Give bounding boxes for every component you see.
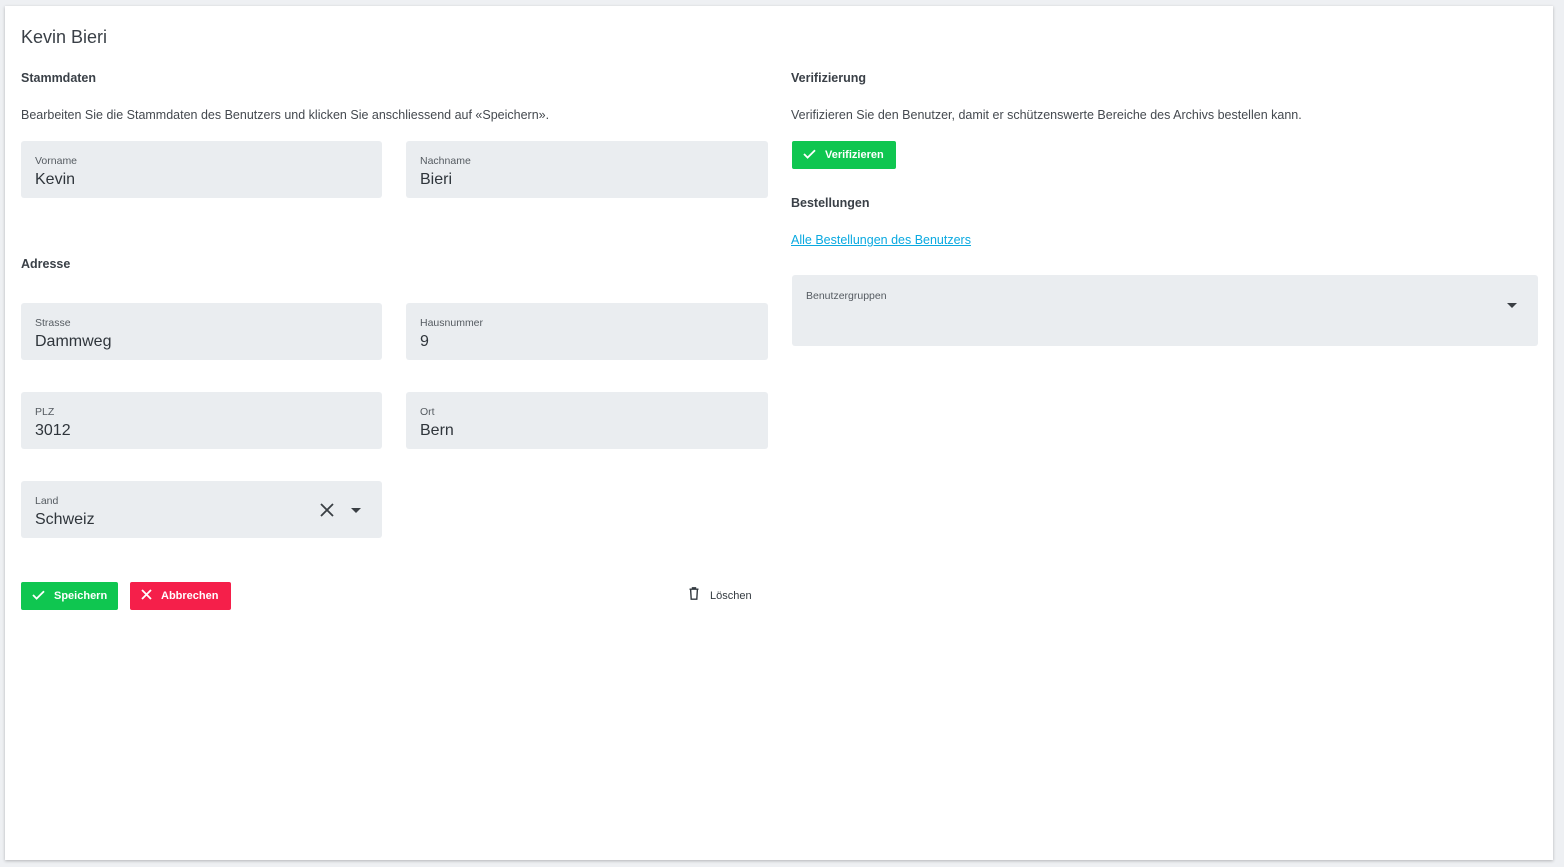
nachname-field[interactable]: Nachname Bieri	[406, 141, 768, 198]
all-orders-link[interactable]: Alle Bestellungen des Benutzers	[791, 233, 971, 247]
ort-value[interactable]: Bern	[420, 422, 454, 440]
chevron-down-icon[interactable]	[1507, 303, 1517, 308]
land-label: Land	[35, 495, 59, 507]
check-icon	[32, 590, 45, 603]
trash-icon	[689, 587, 699, 605]
nachname-value[interactable]: Bieri	[420, 171, 452, 189]
close-icon	[141, 589, 152, 603]
verify-button[interactable]: Verifizieren	[792, 141, 896, 169]
verifizierung-description: Verifizieren Sie den Benutzer, damit er …	[791, 108, 1302, 122]
clear-icon[interactable]	[319, 502, 335, 518]
plz-field[interactable]: PLZ 3012	[21, 392, 382, 449]
bestellungen-heading: Bestellungen	[791, 196, 870, 210]
stammdaten-heading: Stammdaten	[21, 71, 97, 85]
verify-button-label: Verifizieren	[825, 149, 884, 161]
stammdaten-description: Bearbeiten Sie die Stammdaten des Benutz…	[21, 108, 550, 122]
vorname-label: Vorname	[35, 155, 78, 167]
nachname-label: Nachname	[420, 155, 471, 167]
hausnummer-field[interactable]: Hausnummer 9	[406, 303, 768, 360]
adresse-heading: Adresse	[21, 257, 71, 271]
benutzergruppen-label: Benutzergruppen	[806, 290, 887, 302]
strasse-label: Strasse	[35, 317, 71, 329]
vorname-field[interactable]: Vorname Kevin	[21, 141, 382, 198]
cancel-button[interactable]: Abbrechen	[130, 582, 231, 610]
save-button-label: Speichern	[54, 590, 108, 602]
chevron-down-icon[interactable]	[351, 508, 361, 513]
page-title: Kevin Bieri	[21, 27, 108, 47]
plz-value[interactable]: 3012	[35, 422, 71, 440]
plz-label: PLZ	[35, 406, 55, 418]
hausnummer-value[interactable]: 9	[420, 333, 429, 351]
verifizierung-heading: Verifizierung	[791, 71, 867, 85]
cancel-button-label: Abbrechen	[161, 590, 219, 602]
land-value: Schweiz	[35, 511, 95, 528]
delete-button[interactable]: Löschen	[689, 587, 752, 605]
delete-button-label: Löschen	[710, 590, 752, 602]
benutzergruppen-select[interactable]: Benutzergruppen	[792, 275, 1538, 346]
strasse-field[interactable]: Strasse Dammweg	[21, 303, 382, 360]
hausnummer-label: Hausnummer	[420, 317, 484, 329]
strasse-value[interactable]: Dammweg	[35, 333, 111, 351]
land-select[interactable]: Land Schweiz	[21, 481, 382, 538]
vorname-value[interactable]: Kevin	[35, 171, 75, 189]
user-detail-card: Kevin Bieri Stammdaten Bearbeiten Sie di…	[5, 6, 1553, 860]
save-button[interactable]: Speichern	[21, 582, 118, 610]
ort-label: Ort	[420, 406, 435, 418]
check-icon	[803, 149, 816, 162]
ort-field[interactable]: Ort Bern	[406, 392, 768, 449]
